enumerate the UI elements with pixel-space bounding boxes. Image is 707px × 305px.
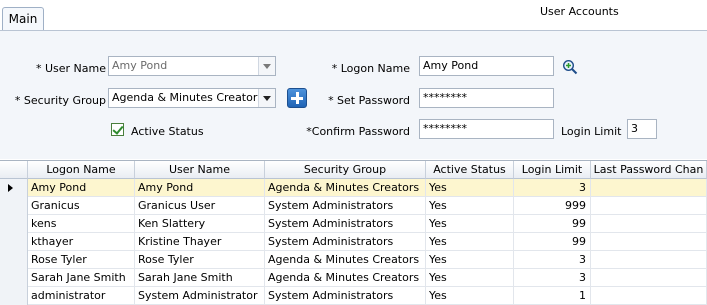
cell-group[interactable]: Agenda & Minutes Creators (265, 179, 426, 197)
row-indicator[interactable] (0, 233, 28, 251)
magnifier-plus-icon[interactable] (562, 59, 578, 75)
login-limit-label: Login Limit (561, 125, 622, 138)
cell-active[interactable]: Yes (426, 215, 514, 233)
cell-limit[interactable]: 3 (514, 251, 591, 269)
chevron-down-icon (263, 63, 271, 69)
chevron-down-icon (263, 95, 271, 101)
cell-limit[interactable]: 1 (514, 287, 591, 305)
login-limit-field[interactable]: 3 (627, 119, 657, 139)
active-status-checkbox[interactable] (111, 123, 124, 136)
set-password-label: * Set Password (328, 94, 410, 107)
plus-icon-stroke (296, 92, 299, 104)
cell-limit[interactable]: 3 (514, 269, 591, 287)
cell-logon[interactable]: Amy Pond (28, 179, 135, 197)
cell-user[interactable]: Sarah Jane Smith (135, 269, 265, 287)
confirm-password-label: *Confirm Password (306, 125, 410, 138)
column-header-active-status[interactable]: Active Status (426, 161, 514, 179)
user-accounts-grid: Logon Name User Name / Security Group Ac… (0, 160, 707, 305)
cell-group[interactable]: System Administrators (265, 287, 426, 305)
cell-user[interactable]: Kristine Thayer (135, 233, 265, 251)
cell-last[interactable] (591, 287, 707, 305)
cell-last[interactable] (591, 251, 707, 269)
cell-active[interactable]: Yes (426, 179, 514, 197)
user-name-dropdown-button[interactable] (258, 57, 275, 75)
row-indicator[interactable] (0, 251, 28, 269)
row-indicator[interactable] (0, 179, 28, 197)
cell-group[interactable]: Agenda & Minutes Creators (265, 269, 426, 287)
cell-limit[interactable]: 99 (514, 215, 591, 233)
tab-main[interactable]: Main (2, 7, 44, 32)
table-row[interactable]: Granicus Granicus User System Administrato… (0, 197, 707, 215)
window-title: User Accounts (540, 5, 619, 18)
cell-last[interactable] (591, 215, 707, 233)
user-name-value: Amy Pond (112, 59, 168, 72)
row-indicator-header (0, 161, 28, 179)
cell-last[interactable] (591, 233, 707, 251)
cell-last[interactable] (591, 197, 707, 215)
cell-active[interactable]: Yes (426, 251, 514, 269)
cell-limit[interactable]: 3 (514, 179, 591, 197)
cell-active[interactable]: Yes (426, 287, 514, 305)
table-row[interactable]: Amy Pond Amy Pond Agenda & Minutes Creator… (0, 179, 707, 197)
table-row[interactable]: kens Ken Slattery System Administrators Yes… (0, 215, 707, 233)
cell-user[interactable]: Ken Slattery (135, 215, 265, 233)
cell-logon[interactable]: kens (28, 215, 135, 233)
column-header-last-password-change[interactable]: Last Password Chan (591, 161, 707, 179)
security-group-dropdown-button[interactable] (258, 89, 275, 107)
row-indicator[interactable] (0, 269, 28, 287)
row-indicator[interactable] (0, 287, 28, 305)
cell-limit[interactable]: 999 (514, 197, 591, 215)
cell-group[interactable]: System Administrators (265, 197, 426, 215)
cell-logon[interactable]: Rose Tyler (28, 251, 135, 269)
cell-user[interactable]: Amy Pond (135, 179, 265, 197)
user-name-label: * User Name (35, 62, 106, 75)
cell-logon[interactable]: Sarah Jane Smith (28, 269, 135, 287)
cell-active[interactable]: Yes (426, 197, 514, 215)
row-pointer-icon (8, 184, 13, 192)
cell-user[interactable]: Granicus User (135, 197, 265, 215)
column-header-logon-name[interactable]: Logon Name (28, 161, 135, 179)
cell-last[interactable] (591, 179, 707, 197)
confirm-password-field[interactable]: ******** (419, 119, 554, 139)
security-group-combo[interactable]: Agenda & Minutes Creators (108, 88, 276, 108)
security-group-label: * Security Group (14, 94, 106, 107)
cell-group[interactable]: System Administrators (265, 233, 426, 251)
user-name-combo[interactable]: Amy Pond (108, 56, 276, 76)
cell-last[interactable] (591, 269, 707, 287)
cell-active[interactable]: Yes (426, 233, 514, 251)
cell-group[interactable]: Agenda & Minutes Creators (265, 251, 426, 269)
row-indicator[interactable] (0, 197, 28, 215)
table-row[interactable]: administrator System Administrator System … (0, 287, 707, 305)
cell-logon[interactable]: kthayer (28, 233, 135, 251)
set-password-field[interactable]: ******** (419, 88, 554, 108)
security-group-value: Agenda & Minutes Creators (112, 91, 264, 104)
logon-name-field[interactable]: Amy Pond (419, 56, 554, 76)
column-header-user-name-label: User Name (168, 163, 231, 176)
row-indicator[interactable] (0, 215, 28, 233)
table-row[interactable]: kthayer Kristine Thayer System Administrat… (0, 233, 707, 251)
cell-group[interactable]: System Administrators (265, 215, 426, 233)
active-status-label: Active Status (131, 125, 204, 138)
table-row[interactable]: Sarah Jane Smith Sarah Jane Smith Agenda &… (0, 269, 707, 287)
table-row[interactable]: Rose Tyler Rose Tyler Agenda & Minutes Cre… (0, 251, 707, 269)
cell-limit[interactable]: 99 (514, 233, 591, 251)
column-header-login-limit[interactable]: Login Limit (514, 161, 591, 179)
check-icon (112, 123, 124, 135)
cell-user[interactable]: Rose Tyler (135, 251, 265, 269)
cell-active[interactable]: Yes (426, 269, 514, 287)
column-header-security-group[interactable]: Security Group (265, 161, 426, 179)
column-header-user-name[interactable]: User Name / (135, 161, 265, 179)
logon-name-label: * Logon Name (331, 62, 410, 75)
cell-logon[interactable]: Granicus (28, 197, 135, 215)
cell-logon[interactable]: administrator (28, 287, 135, 305)
cell-user[interactable]: System Administrator (135, 287, 265, 305)
